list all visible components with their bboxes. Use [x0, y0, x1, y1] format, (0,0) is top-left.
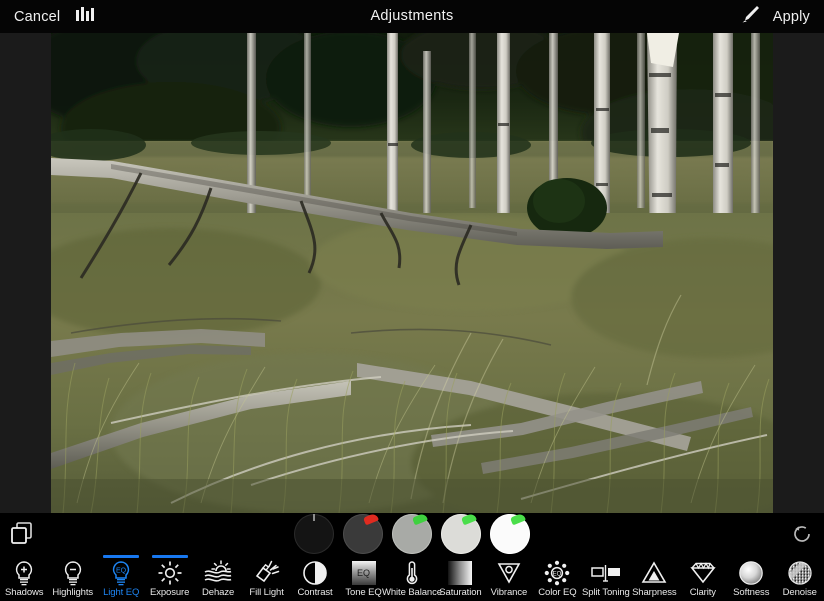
- tool-label: Saturation: [439, 587, 482, 598]
- color-eq-icon: EQ: [540, 559, 574, 586]
- shadow-clipping-indicator: [363, 512, 379, 526]
- tool-clarity[interactable]: Clarity: [679, 555, 727, 601]
- svg-text:EQ: EQ: [116, 567, 127, 574]
- split-toning-icon: [589, 559, 623, 586]
- tool-label: Exposure: [149, 587, 190, 598]
- tool-label: Fill Light: [249, 587, 284, 598]
- denoise-noise-icon: [783, 559, 817, 586]
- diamond-icon: [686, 559, 720, 586]
- photo-preview[interactable]: [51, 33, 773, 513]
- adjustment-tool-strip: Shadows Highlights EQ Light EQ Exposure …: [0, 555, 824, 601]
- preset-exposure-mid[interactable]: [392, 512, 432, 554]
- tool-active-marker: [151, 555, 188, 558]
- tool-label: Shadows: [5, 587, 44, 598]
- photo-editor-screen: Cancel Adjustments Apply Shadows Highlig…: [0, 0, 824, 601]
- tool-label: Light EQ: [103, 587, 140, 598]
- canvas-area: [0, 33, 824, 513]
- tool-label: Clarity: [689, 587, 716, 598]
- flashlight-icon: [250, 559, 284, 586]
- thermometer-icon: [395, 559, 429, 586]
- svg-text:EQ: EQ: [553, 571, 562, 577]
- preset-toolbar: [0, 512, 824, 555]
- bulb-plus-icon: [7, 559, 41, 586]
- tool-exposure[interactable]: Exposure: [145, 555, 193, 601]
- tool-softness[interactable]: Softness: [727, 555, 775, 601]
- tool-label: Contrast: [297, 587, 333, 598]
- bulb-minus-icon: [56, 559, 90, 586]
- top-toolbar-left: Cancel: [0, 5, 96, 28]
- apply-button[interactable]: Apply: [773, 9, 810, 25]
- page-title: Adjustments: [370, 8, 454, 24]
- tool-light-eq[interactable]: EQ Light EQ: [97, 555, 145, 601]
- tool-color-eq[interactable]: EQ Color EQ: [533, 555, 581, 601]
- tool-label: Sharpness: [632, 587, 677, 598]
- sun-icon: [153, 559, 187, 586]
- tool-active-marker: [103, 555, 140, 558]
- cancel-button[interactable]: Cancel: [14, 9, 60, 25]
- preset-exposure-lightest[interactable]: [490, 512, 530, 554]
- sharpness-triangle-icon: [637, 559, 671, 586]
- tool-label: Softness: [733, 587, 770, 598]
- histogram-icon[interactable]: [74, 5, 96, 28]
- tool-label: White Balance: [382, 587, 442, 598]
- tool-label: Highlights: [52, 587, 94, 598]
- highlight-clipping-indicator: [510, 512, 526, 526]
- tool-white-balance[interactable]: White Balance: [382, 555, 442, 601]
- highlight-clipping-indicator: [412, 512, 428, 526]
- tool-contrast[interactable]: Contrast: [291, 555, 339, 601]
- tool-vibrance[interactable]: Vibrance: [485, 555, 533, 601]
- haze-sun-icon: [201, 559, 235, 586]
- tool-label: Vibrance: [490, 587, 528, 598]
- tool-shadows[interactable]: Shadows: [0, 555, 48, 601]
- reset-icon[interactable]: [788, 520, 816, 548]
- tool-label: Split Toning: [581, 587, 630, 598]
- brush-icon[interactable]: [739, 4, 761, 29]
- top-toolbar-right: Apply: [739, 4, 824, 29]
- tool-fill-light[interactable]: Fill Light: [242, 555, 290, 601]
- tool-tone-eq[interactable]: EQ Tone EQ: [339, 555, 387, 601]
- tool-label: Denoise: [782, 587, 817, 598]
- highlight-clipping-indicator: [461, 512, 477, 526]
- preset-exposure-light[interactable]: [441, 512, 481, 554]
- tool-dehaze[interactable]: Dehaze: [194, 555, 242, 601]
- tool-saturation[interactable]: Saturation: [436, 555, 484, 601]
- vibrance-funnel-icon: [492, 559, 526, 586]
- exposure-preset-strip: [0, 512, 824, 555]
- soft-sphere-icon: [734, 559, 768, 586]
- tool-split-toning[interactable]: Split Toning: [582, 555, 630, 601]
- tool-label: Tone EQ: [345, 587, 382, 598]
- top-toolbar: Cancel Adjustments Apply: [0, 0, 824, 33]
- preset-exposure-darkest[interactable]: [294, 514, 334, 554]
- preset-handle-nub: [313, 514, 315, 521]
- tone-eq-icon: EQ: [347, 559, 381, 586]
- tool-highlights[interactable]: Highlights: [48, 555, 96, 601]
- saturation-ramp-icon: [443, 559, 477, 586]
- tool-label: Dehaze: [202, 587, 235, 598]
- bulb-eq-icon: EQ: [104, 559, 138, 586]
- tool-sharpness[interactable]: Sharpness: [630, 555, 678, 601]
- tool-label: Color EQ: [538, 587, 577, 598]
- preset-exposure-dark[interactable]: [343, 512, 383, 554]
- half-circle-icon: [298, 559, 332, 586]
- tool-denoise[interactable]: Denoise: [776, 555, 824, 601]
